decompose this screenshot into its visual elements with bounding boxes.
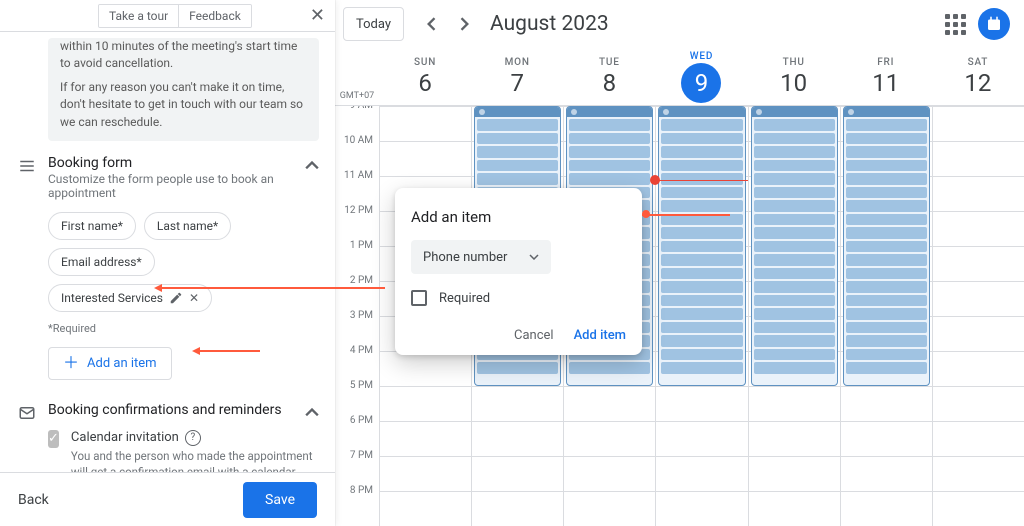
back-button[interactable]: Back — [18, 492, 49, 508]
annotation-arrow — [162, 287, 385, 289]
day-header[interactable]: SAT12 — [932, 48, 1024, 105]
day-header[interactable]: FRI11 — [840, 48, 932, 105]
description-preview: within 10 minutes of the meeting's start… — [48, 38, 319, 141]
section-subtitle: Customize the form people use to book an… — [48, 172, 319, 200]
day-header-today[interactable]: WED9 — [655, 48, 747, 105]
week-navigation — [414, 7, 482, 41]
day-header[interactable]: TUE8 — [563, 48, 655, 105]
day-header[interactable]: THU10 — [748, 48, 840, 105]
booking-form-section: Booking form Customize the form people u… — [48, 155, 319, 380]
section-title: Booking confirmations and reminders — [48, 402, 319, 418]
next-week-button[interactable] — [448, 7, 482, 41]
day-column[interactable] — [840, 106, 932, 526]
dropdown-icon — [529, 254, 539, 260]
availability-block[interactable] — [751, 106, 838, 386]
help-icon[interactable]: ? — [185, 430, 201, 446]
feedback-button[interactable]: Feedback — [179, 5, 251, 27]
field-chip-firstname: First name* — [48, 212, 136, 240]
calendar-topbar: Today August 2023 — [335, 0, 1024, 48]
panel-footer: Back Save — [0, 472, 335, 526]
day-header[interactable]: MON7 — [471, 48, 563, 105]
edit-icon[interactable] — [169, 291, 183, 305]
day-column[interactable] — [748, 106, 840, 526]
prev-week-button[interactable] — [414, 7, 448, 41]
modal-title: Add an item — [411, 208, 626, 226]
required-label: Required — [439, 291, 490, 306]
add-item-button[interactable]: ＋ Add an item — [48, 347, 172, 380]
add-item-confirm-button[interactable]: Add item — [574, 328, 626, 343]
form-icon — [18, 157, 36, 175]
day-column[interactable] — [655, 106, 747, 526]
account-avatar[interactable] — [978, 8, 1010, 40]
annotation-arrow-head — [192, 347, 200, 355]
tour-bar: Take a tour Feedback ✕ — [0, 0, 335, 32]
section-title: Booking form — [48, 155, 319, 171]
annotation-arrow — [642, 214, 730, 216]
timezone-label: GMT+07 — [335, 48, 379, 105]
today-button[interactable]: Today — [343, 7, 404, 41]
calendar-invitation-checkbox: ✓ — [48, 430, 59, 448]
apps-icon[interactable] — [945, 14, 966, 35]
take-tour-button[interactable]: Take a tour — [99, 5, 179, 27]
annotation-dot — [642, 210, 650, 218]
day-header-row: GMT+07 SUN6 MON7 TUE8 WED9 THU10 FRI11 S… — [335, 48, 1024, 106]
time-labels: 9 AM10 AM11 AM12 PM1 PM2 PM3 PM4 PM5 PM6… — [335, 106, 379, 526]
day-header[interactable]: SUN6 — [379, 48, 471, 105]
annotation-arrow-head — [154, 284, 162, 292]
add-item-modal: Add an item Phone number Required Cancel… — [395, 188, 642, 355]
collapse-icon[interactable] — [305, 159, 319, 173]
field-type-select[interactable]: Phone number — [411, 240, 551, 274]
cancel-button[interactable]: Cancel — [514, 328, 554, 343]
collapse-icon[interactable] — [305, 406, 319, 420]
calendar-invitation-label: Calendar invitation ? — [71, 430, 319, 446]
settings-panel: Take a tour Feedback ✕ within 10 minutes… — [0, 0, 335, 526]
close-icon[interactable]: ✕ — [310, 5, 325, 26]
remove-icon[interactable]: ✕ — [189, 291, 199, 305]
availability-block[interactable] — [658, 106, 745, 386]
annotation-arrow — [200, 350, 260, 352]
required-checkbox[interactable] — [411, 290, 427, 306]
required-note: *Required — [48, 322, 319, 335]
availability-block[interactable] — [843, 106, 930, 386]
field-chip-lastname: Last name* — [144, 212, 231, 240]
save-button[interactable]: Save — [243, 482, 317, 518]
field-chip-email: Email address* — [48, 248, 155, 276]
calendar-invitation-desc: You and the person who made the appointm… — [71, 448, 319, 472]
confirmations-section: Booking confirmations and reminders ✓ Ca… — [48, 402, 319, 472]
day-column[interactable] — [932, 106, 1024, 526]
month-title: August 2023 — [490, 12, 609, 36]
mail-icon — [18, 404, 36, 422]
